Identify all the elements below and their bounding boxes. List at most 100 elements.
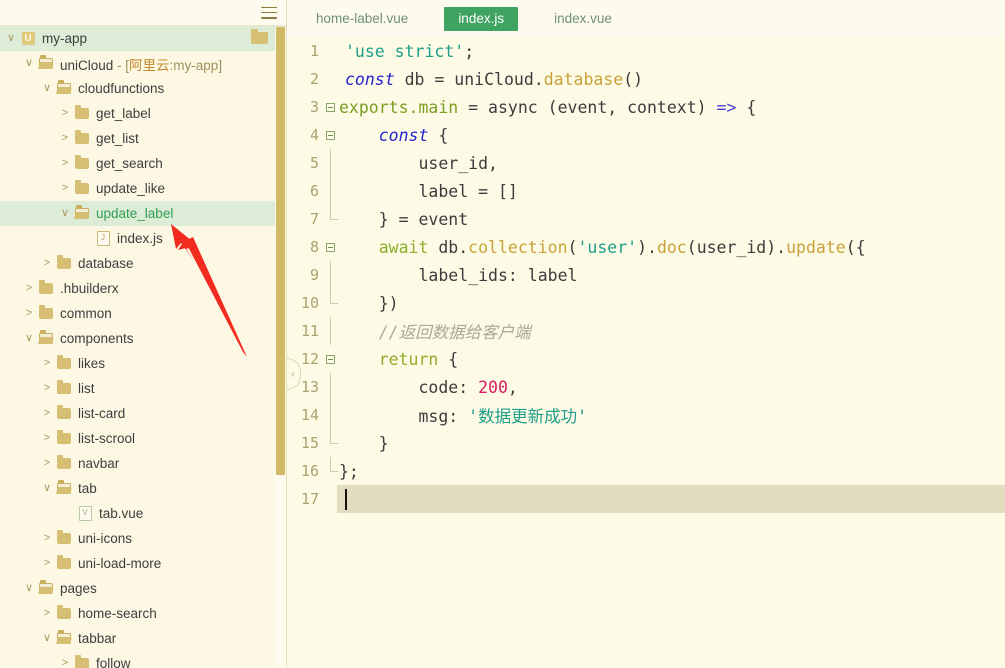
chevron-right-icon[interactable]: > bbox=[40, 608, 54, 619]
tree-item-label: database bbox=[78, 256, 134, 271]
token-comment: //返回数据给客户端 bbox=[378, 323, 531, 342]
token-punct: : bbox=[507, 265, 528, 285]
folder-icon bbox=[36, 305, 56, 319]
fold-marker[interactable] bbox=[323, 130, 337, 140]
folder-icon bbox=[54, 555, 74, 569]
chevron-right-icon[interactable]: > bbox=[40, 433, 54, 444]
code-line: 13 code: 200, bbox=[287, 373, 1005, 401]
tree-item-label: home-search bbox=[78, 606, 157, 621]
tree-item-pages[interactable]: ∨ pages bbox=[0, 576, 286, 601]
chevron-right-icon[interactable]: > bbox=[40, 383, 54, 394]
chevron-right-icon[interactable]: > bbox=[40, 558, 54, 569]
token-property: msg bbox=[418, 407, 449, 426]
fold-marker[interactable] bbox=[323, 242, 337, 252]
chevron-down-icon[interactable]: ∨ bbox=[40, 83, 54, 94]
code-text[interactable] bbox=[337, 488, 1005, 510]
chevron-down-icon[interactable]: ∨ bbox=[22, 583, 36, 594]
folder-icon bbox=[72, 130, 92, 144]
code-text: }) bbox=[337, 294, 1005, 313]
folder-icon bbox=[54, 380, 74, 394]
chevron-right-icon[interactable]: > bbox=[58, 183, 72, 194]
folder-icon bbox=[54, 255, 74, 269]
tree-item-uni-icons[interactable]: > uni-icons bbox=[0, 526, 286, 551]
code-line: 5 user_id, bbox=[287, 149, 1005, 177]
tree-item-common[interactable]: > common bbox=[0, 301, 286, 326]
tree-item-tab-vue[interactable]: V tab.vue bbox=[0, 501, 286, 526]
code-text: } = event bbox=[337, 210, 1005, 229]
code-line: 6 label = [] bbox=[287, 177, 1005, 205]
chevron-down-icon[interactable]: ∨ bbox=[58, 208, 72, 219]
tree-item-my-app[interactable]: ∨ U my-app bbox=[0, 26, 286, 51]
line-number: 16 bbox=[300, 462, 319, 480]
chevron-right-icon[interactable]: > bbox=[22, 308, 36, 319]
tree-item-list-card[interactable]: > list-card bbox=[0, 401, 286, 426]
folder-icon[interactable] bbox=[251, 29, 268, 44]
chevron-down-icon[interactable]: ∨ bbox=[22, 333, 36, 344]
token-punct: }; bbox=[339, 461, 359, 481]
tree-item-get_search[interactable]: > get_search bbox=[0, 151, 286, 176]
suffix-open: - [ bbox=[113, 57, 130, 73]
token-dot: . bbox=[458, 237, 469, 257]
fold-marker[interactable] bbox=[323, 354, 337, 364]
fold-gutter bbox=[323, 149, 337, 177]
tree-item-unicloud[interactable]: ∨ uniCloud - [阿里云:my-app] bbox=[0, 51, 286, 76]
chevron-right-icon[interactable]: > bbox=[40, 358, 54, 369]
chevron-down-icon[interactable]: ∨ bbox=[22, 58, 36, 69]
chevron-down-icon[interactable]: ∨ bbox=[40, 483, 54, 494]
folder-icon bbox=[54, 530, 74, 544]
tree-item-cloudfunctions[interactable]: ∨ cloudfunctions bbox=[0, 76, 286, 101]
tab-home-label-vue[interactable]: home-label.vue bbox=[302, 7, 422, 31]
tree-item-update_label[interactable]: ∨ update_label bbox=[0, 201, 286, 226]
chevron-right-icon[interactable]: > bbox=[22, 283, 36, 294]
tree-item-get_list[interactable]: > get_list bbox=[0, 126, 286, 151]
chevron-right-icon[interactable]: > bbox=[40, 533, 54, 544]
tree-item-database[interactable]: > database bbox=[0, 251, 286, 276]
tree-item-label: get_search bbox=[96, 156, 163, 171]
chevron-down-icon[interactable]: ∨ bbox=[4, 33, 18, 44]
chevron-right-icon[interactable]: > bbox=[40, 458, 54, 469]
tree-item-update_like[interactable]: > update_like bbox=[0, 176, 286, 201]
tree-item-tab[interactable]: ∨ tab bbox=[0, 476, 286, 501]
chevron-right-icon[interactable]: > bbox=[58, 133, 72, 144]
code-line: 12 return { bbox=[287, 345, 1005, 373]
tree-item-label: uni-load-more bbox=[78, 556, 162, 571]
hamburger-icon[interactable] bbox=[261, 6, 277, 19]
tree-item-home-search[interactable]: > home-search bbox=[0, 601, 286, 626]
folder-icon bbox=[72, 105, 92, 119]
tree-item-hbuilderx[interactable]: > .hbuilderx bbox=[0, 276, 286, 301]
tree-item-list[interactable]: > list bbox=[0, 376, 286, 401]
folder-icon bbox=[54, 405, 74, 419]
chevron-right-icon[interactable]: > bbox=[40, 258, 54, 269]
chevron-down-icon[interactable]: ∨ bbox=[40, 633, 54, 644]
tree-item-navbar[interactable]: > navbar bbox=[0, 451, 286, 476]
tree-item-index-js[interactable]: J index.js bbox=[0, 226, 286, 251]
chevron-right-icon[interactable]: > bbox=[58, 158, 72, 169]
chevron-right-icon[interactable]: > bbox=[40, 408, 54, 419]
folder-open-icon bbox=[36, 55, 56, 69]
sidebar-scrollbar-thumb[interactable] bbox=[276, 27, 285, 475]
token-op: = bbox=[424, 69, 455, 89]
tab-index-js[interactable]: index.js bbox=[444, 6, 519, 31]
tab-index-vue[interactable]: index.vue bbox=[540, 7, 626, 31]
code-line: 11 //返回数据给客户端 bbox=[287, 317, 1005, 345]
tree-item-list-scrool[interactable]: > list-scrool bbox=[0, 426, 286, 451]
sidebar-scrollbar-track[interactable] bbox=[275, 27, 286, 668]
code-line: 10 }) bbox=[287, 288, 1005, 318]
tree-item-get_label[interactable]: > get_label bbox=[0, 101, 286, 126]
tree-item-uni-load-more[interactable]: > uni-load-more bbox=[0, 551, 286, 576]
tree-item-label: follow bbox=[96, 656, 131, 668]
chevron-right-icon[interactable]: > bbox=[58, 658, 72, 668]
chevron-right-icon[interactable]: > bbox=[58, 108, 72, 119]
folder-icon bbox=[54, 355, 74, 369]
folder-icon bbox=[54, 605, 74, 619]
fold-marker[interactable] bbox=[323, 102, 337, 112]
tree-item-tabbar[interactable]: ∨ tabbar bbox=[0, 626, 286, 651]
tree-item-components[interactable]: ∨ components bbox=[0, 326, 286, 351]
tree-item-follow[interactable]: > follow bbox=[0, 651, 286, 668]
token-punct: , bbox=[607, 97, 628, 117]
tree-item-likes[interactable]: > likes bbox=[0, 351, 286, 376]
code-content[interactable]: 1 'use strict'; 2 const db = uniCloud.da… bbox=[287, 37, 1005, 668]
tree-item-label: get_list bbox=[96, 131, 139, 146]
file-tree[interactable]: ∨ U my-app ∨ uniCloud - [阿里云:my-app] ∨ c… bbox=[0, 26, 286, 668]
fold-gutter bbox=[323, 288, 338, 318]
